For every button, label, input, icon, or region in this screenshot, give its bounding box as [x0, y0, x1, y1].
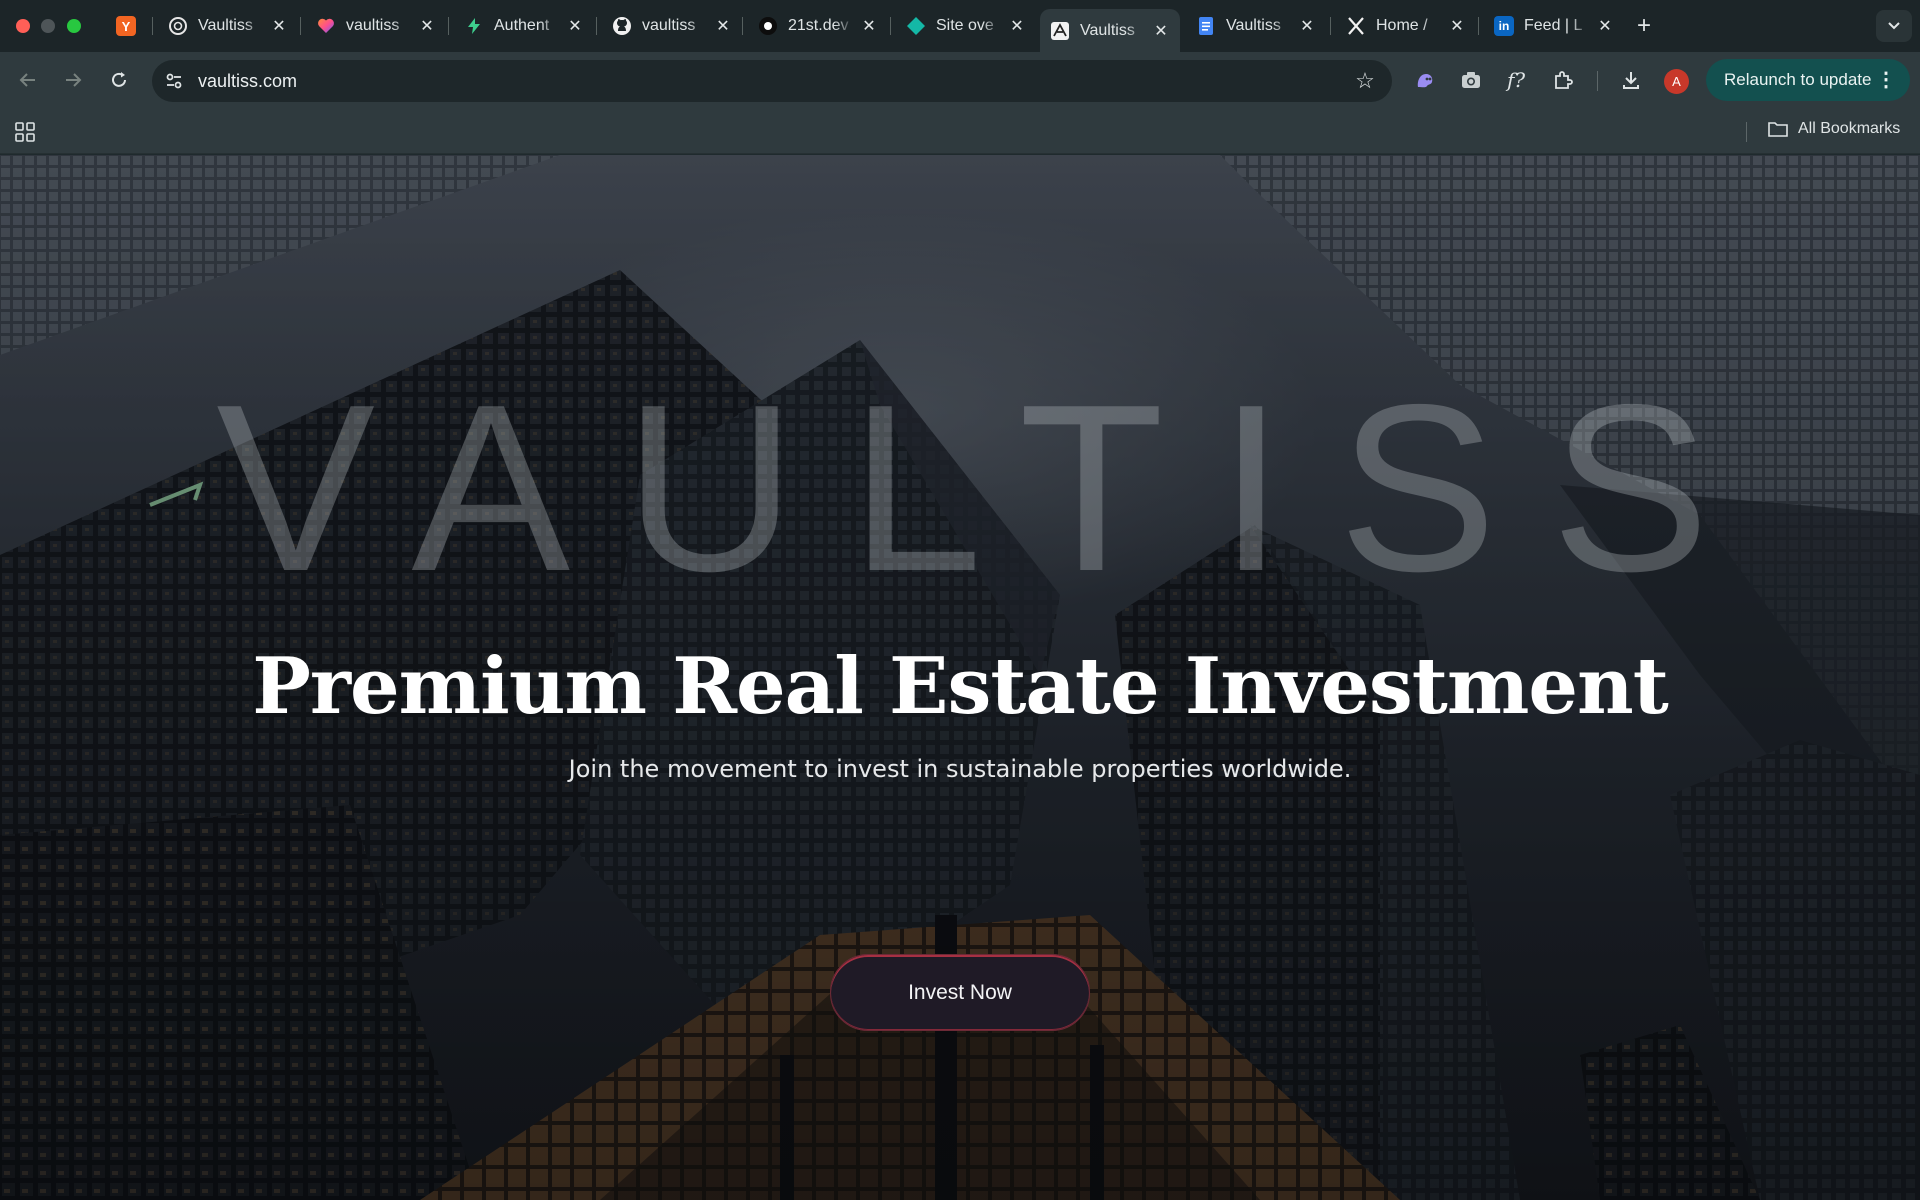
tab-vaultiss-lovable[interactable]: vaultiss ✕ — [306, 9, 446, 43]
openai-icon — [169, 17, 187, 35]
new-tab-button[interactable]: + — [1630, 12, 1658, 40]
close-tab-icon[interactable]: ✕ — [860, 17, 878, 35]
site-settings-icon[interactable] — [164, 71, 184, 91]
dot-icon — [759, 17, 777, 35]
tab-title: Home / — [1376, 17, 1428, 34]
all-bookmarks-label: All Bookmarks — [1798, 120, 1901, 137]
tab-ycombinator[interactable]: Y — [106, 9, 146, 43]
back-button[interactable] — [13, 65, 43, 95]
relaunch-label: Relaunch to update — [1724, 70, 1872, 89]
bolt-icon — [468, 18, 480, 34]
tab-title: Vaultiss — [1226, 17, 1281, 34]
bookmarks-bar: All Bookmarks — [0, 108, 1920, 154]
forward-button[interactable] — [58, 65, 88, 95]
extension-ghost-icon[interactable] — [1410, 65, 1440, 95]
folder-icon — [1768, 122, 1788, 137]
linkedin-icon: in — [1494, 16, 1514, 36]
more-vert-icon[interactable]: ⋮ — [1876, 67, 1896, 92]
hero-section: VAULTISS Premium Real Estate Investment … — [0, 155, 1920, 1200]
reload-button[interactable] — [104, 65, 134, 95]
tab-linkedin-feed[interactable]: in Feed | L ✕ — [1484, 9, 1624, 43]
tab-21st-dev[interactable]: 21st.dev ✕ — [748, 9, 888, 43]
close-tab-icon[interactable]: ✕ — [1298, 17, 1316, 35]
docs-icon — [1199, 17, 1213, 35]
close-tab-icon[interactable]: ✕ — [1448, 17, 1466, 35]
ycombinator-icon: Y — [116, 16, 136, 36]
download-icon[interactable] — [1616, 65, 1646, 95]
url-text[interactable]: vaultiss.com — [198, 71, 297, 92]
profile-avatar[interactable]: A — [1664, 69, 1689, 94]
hero-title: Premium Real Estate Investment — [252, 641, 1668, 732]
reload-icon — [112, 72, 126, 87]
close-tab-icon[interactable]: ✕ — [1008, 17, 1026, 35]
close-tab-icon[interactable]: ✕ — [1596, 17, 1614, 35]
close-window-button[interactable] — [16, 19, 30, 33]
bookmark-star-icon[interactable]: ☆ — [1352, 68, 1378, 94]
close-tab-icon[interactable]: ✕ — [1152, 22, 1170, 40]
tab-title: vaultiss — [346, 17, 400, 34]
apps-grid-icon[interactable] — [15, 122, 35, 142]
tab-authentication[interactable]: Authent ✕ — [454, 9, 594, 43]
minimize-window-button[interactable] — [41, 19, 55, 33]
close-tab-icon[interactable]: ✕ — [566, 17, 584, 35]
chevron-down-icon — [1888, 22, 1900, 30]
tab-title: vaultiss — [642, 17, 696, 34]
close-tab-icon[interactable]: ✕ — [418, 17, 436, 35]
tab-x-home[interactable]: Home / ✕ — [1336, 9, 1476, 43]
font-extension-icon[interactable]: f? — [1501, 65, 1531, 95]
invest-now-button[interactable]: Invest Now — [830, 954, 1090, 1031]
tab-site-overview[interactable]: Site ove ✕ — [896, 9, 1036, 43]
tab-title: Vaultiss — [1080, 21, 1135, 39]
arrow-left-icon — [19, 73, 35, 87]
close-tab-icon[interactable]: ✕ — [270, 17, 288, 35]
relaunch-to-update-button[interactable]: Relaunch to update ⋮ — [1706, 59, 1910, 101]
tab-github-vaultiss[interactable]: vaultiss ✕ — [602, 9, 742, 43]
browser-toolbar: vaultiss.com ☆ f? A Relaunch to update ⋮ — [0, 52, 1920, 108]
github-icon — [613, 17, 631, 35]
maximize-window-button[interactable] — [67, 19, 81, 33]
tab-strip: Y Vaultiss ✕ vaultiss ✕ Authent ✕ vaulti… — [0, 0, 1920, 52]
diamond-icon — [907, 17, 925, 35]
heart-icon — [318, 18, 334, 33]
tab-title: Vaultiss — [198, 17, 253, 34]
vaultiss-icon — [1051, 21, 1069, 40]
hero-subtitle: Join the movement to invest in sustainab… — [568, 755, 1352, 783]
tab-search-button[interactable] — [1876, 10, 1912, 42]
camera-icon[interactable] — [1456, 65, 1486, 95]
close-tab-icon[interactable]: ✕ — [714, 17, 732, 35]
tab-title: Feed | L — [1524, 17, 1583, 34]
arrow-right-icon — [66, 73, 82, 87]
address-bar[interactable]: vaultiss.com ☆ — [152, 60, 1392, 102]
tab-vaultiss-openai[interactable]: Vaultiss ✕ — [158, 9, 298, 43]
brand-watermark: VAULTISS — [216, 356, 1764, 621]
tab-vaultiss-docs[interactable]: Vaultiss ✕ — [1186, 9, 1326, 43]
tab-title: Site ove — [936, 17, 994, 34]
extensions-puzzle-icon[interactable] — [1548, 65, 1578, 95]
x-logo-icon — [1348, 17, 1364, 35]
all-bookmarks-button[interactable]: All Bookmarks — [1768, 120, 1900, 138]
tab-title: Authent — [494, 17, 550, 34]
tab-vaultiss-active[interactable]: Vaultiss ✕ — [1040, 9, 1180, 52]
tab-title: 21st.dev — [788, 17, 849, 34]
